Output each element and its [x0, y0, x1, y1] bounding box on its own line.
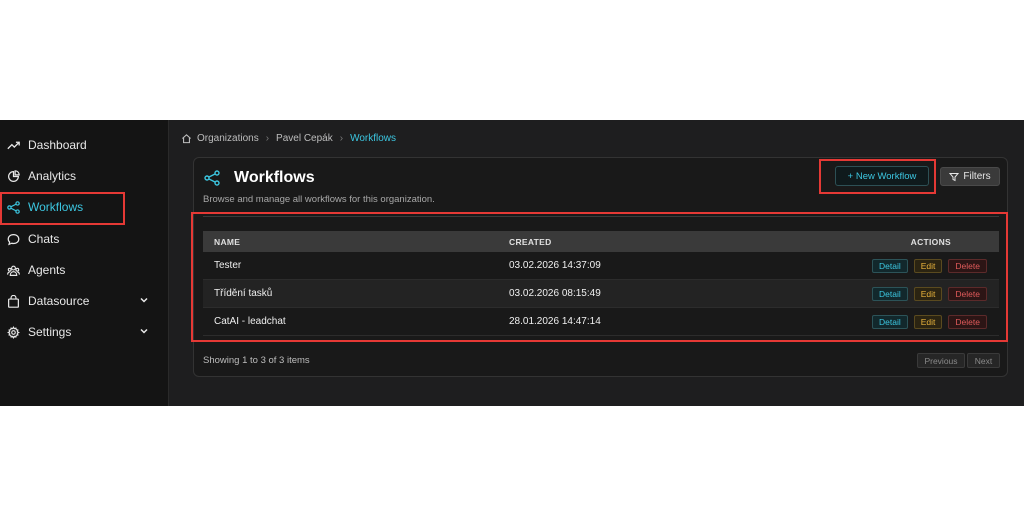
next-button[interactable]: Next	[967, 353, 1000, 368]
sidebar-item-settings[interactable]: Settings	[0, 319, 169, 345]
workflow-name: CatAI - leadchat	[214, 316, 286, 327]
trend-up-icon	[6, 138, 20, 152]
bag-icon	[6, 294, 20, 308]
row-actions: Detail Edit Delete	[872, 286, 987, 301]
pagination-summary: Showing 1 to 3 of 3 items	[203, 355, 310, 366]
sidebar-item-datasource[interactable]: Datasource	[0, 288, 169, 314]
column-header-actions: ACTIONS	[910, 236, 951, 247]
filters-button[interactable]: Filters	[940, 167, 1000, 186]
workflow-created: 03.02.2026 14:37:09	[509, 260, 601, 271]
chevron-down-icon[interactable]	[139, 295, 149, 305]
chevron-down-icon[interactable]	[139, 326, 149, 336]
workflow-created: 03.02.2026 08:15:49	[509, 288, 601, 299]
breadcrumb: Organizations › Pavel Cepák › Workflows	[181, 131, 396, 145]
sidebar-item-label: Settings	[28, 325, 72, 339]
gear-icon	[6, 325, 20, 339]
workflow-created: 28.01.2026 14:47:14	[509, 316, 601, 327]
sidebar-item-label: Chats	[28, 232, 60, 246]
sidebar-item-analytics[interactable]: Analytics	[0, 163, 169, 189]
edit-button[interactable]: Edit	[913, 258, 943, 273]
home-icon[interactable]	[181, 133, 192, 144]
table-row[interactable]: Tester 03.02.2026 14:37:09 Detail Edit D…	[203, 252, 999, 280]
chevron-right-icon: ›	[339, 132, 344, 144]
sidebar-item-label: Datasource	[28, 294, 90, 308]
chevron-right-icon: ›	[265, 132, 270, 144]
workflows-card: Workflows Browse and manage all workflow…	[193, 157, 1008, 377]
breadcrumb-organizations[interactable]: Organizations	[197, 133, 259, 144]
delete-button[interactable]: Delete	[948, 314, 987, 329]
column-header-created[interactable]: CREATED	[509, 237, 552, 247]
detail-button[interactable]: Detail	[872, 314, 908, 329]
sidebar-item-dashboard[interactable]: Dashboard	[0, 132, 169, 158]
sidebar: Dashboard Analytics Workflows Chats Agen…	[0, 120, 169, 406]
chat-bubble-icon	[6, 232, 20, 246]
workflow-name: Tester	[214, 260, 242, 271]
share-nodes-icon	[6, 200, 20, 214]
edit-button[interactable]: Edit	[913, 286, 943, 301]
table-header: NAME CREATED ACTIONS	[203, 231, 999, 252]
delete-button[interactable]: Delete	[948, 258, 987, 273]
table-row[interactable]: Třídění tasků 03.02.2026 08:15:49 Detail…	[203, 280, 999, 308]
workflows-table: NAME CREATED ACTIONS Tester 03.02.2026 1…	[203, 231, 999, 336]
edit-button[interactable]: Edit	[913, 314, 943, 329]
sidebar-item-label: Dashboard	[28, 138, 87, 152]
detail-button[interactable]: Detail	[872, 286, 908, 301]
sidebar-item-label: Workflows	[28, 200, 84, 214]
detail-button[interactable]: Detail	[872, 258, 908, 273]
workflow-name: Třídění tasků	[214, 288, 273, 299]
new-workflow-button[interactable]: + New Workflow	[835, 166, 929, 186]
sidebar-item-label: Agents	[28, 263, 66, 277]
sidebar-item-chats[interactable]: Chats	[0, 226, 169, 252]
row-actions: Detail Edit Delete	[872, 314, 987, 329]
page-subtitle: Browse and manage all workflows for this…	[203, 194, 435, 205]
sidebar-item-label: Analytics	[28, 169, 77, 183]
sidebar-item-agents[interactable]: Agents	[0, 257, 169, 283]
table-row[interactable]: CatAI - leadchat 28.01.2026 14:47:14 Det…	[203, 308, 999, 336]
column-header-name[interactable]: NAME	[214, 237, 240, 247]
previous-button[interactable]: Previous	[917, 353, 965, 368]
filters-label: Filters	[963, 171, 991, 182]
breadcrumb-current: Workflows	[350, 132, 397, 144]
divider	[203, 216, 999, 217]
pie-chart-icon	[6, 169, 20, 183]
page-title: Workflows	[234, 169, 315, 186]
share-nodes-icon	[204, 170, 220, 186]
sidebar-item-workflows[interactable]: Workflows	[0, 194, 169, 220]
filter-icon	[949, 172, 960, 181]
delete-button[interactable]: Delete	[948, 286, 987, 301]
row-actions: Detail Edit Delete	[872, 258, 987, 273]
users-icon	[6, 263, 20, 277]
app-window: Dashboard Analytics Workflows Chats Agen…	[0, 120, 1024, 406]
breadcrumb-user[interactable]: Pavel Cepák	[276, 133, 333, 144]
